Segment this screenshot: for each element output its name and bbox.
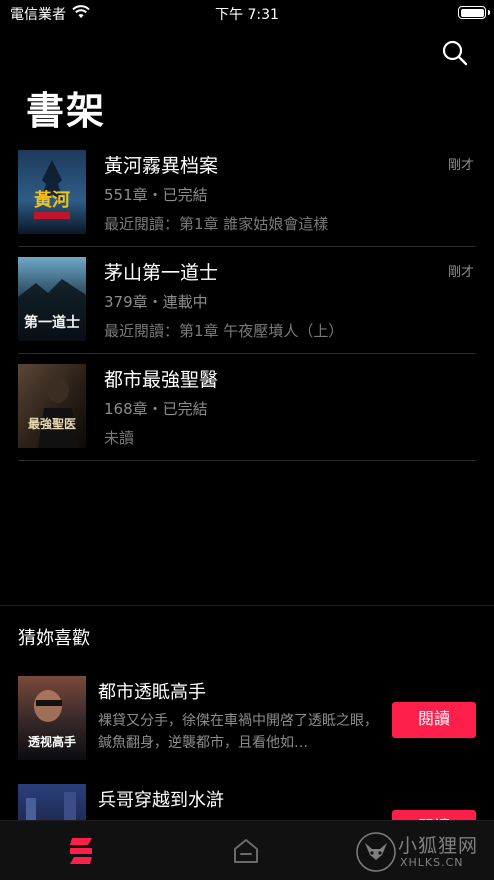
book-cover: 最強聖医 [18, 364, 86, 448]
recommend-header: 猜妳喜歡 [18, 628, 90, 649]
cover-title: 透视高手 [28, 734, 76, 749]
book-meta: 379章・連載中 [104, 293, 208, 311]
book-title: 茅山第一道士 [104, 262, 219, 284]
book-row[interactable]: 黃河 黃河霧異档案 551章・已完結 最近閱讀：第1章 誰家姑娘會這樣 剛才 [18, 140, 476, 247]
book-last-read-time: 剛才 [447, 265, 474, 280]
book-recent-chapter: 最近閱讀：第1章 誰家姑娘會這樣 [104, 215, 329, 233]
watermark-text: 小狐狸网 [398, 835, 479, 857]
recommend-title: 都市透眡高手 [98, 682, 206, 703]
cover-title: 第一道士 [24, 314, 80, 331]
cover-title: 最強聖医 [28, 416, 76, 431]
book-cover: 透视高手 [18, 676, 86, 760]
battery-icon [458, 6, 490, 19]
watermark-subtext: XHLKS.CN [400, 856, 464, 869]
book-row[interactable]: 最強聖医 都市最強聖醫 168章・已完結 未讀 [18, 354, 476, 461]
book-recent-chapter: 最近閱讀：第1章 午夜壓墳人（上） [104, 322, 344, 340]
recommend-item[interactable]: 透视高手 都市透眡高手 裸貸又分手，徐傑在車禍中開啓了透眡之眼，鍼魚翻身，逆襲都… [18, 676, 480, 776]
home-tab-icon[interactable] [232, 837, 260, 865]
book-title: 都市最強聖醫 [104, 369, 219, 391]
fox-logo-icon [356, 832, 396, 872]
recommend-description: 裸貸又分手，徐傑在車禍中開啓了透眡之眼，鍼魚翻身，逆襲都市，且看他如… [98, 713, 378, 751]
read-button[interactable]: 閱讀 [392, 702, 476, 738]
book-recent-chapter: 未讀 [104, 429, 135, 447]
cover-title: 黃河 [33, 189, 70, 211]
book-cover: 黃河 [18, 150, 86, 234]
recommend-title: 兵哥穿越到水滸 [98, 790, 224, 811]
status-bar: 電信業者 下午 7:31 [0, 0, 494, 26]
book-last-read-time: 剛才 [447, 158, 474, 173]
book-meta: 168章・已完結 [104, 400, 208, 418]
bookshelf-list: 黃河 黃河霧異档案 551章・已完結 最近閱讀：第1章 誰家姑娘會這樣 剛才 第… [18, 140, 476, 461]
book-meta: 551章・已完結 [104, 186, 208, 204]
book-cover: 第一道士 [18, 257, 86, 341]
search-icon[interactable] [440, 38, 470, 68]
section-divider [0, 605, 494, 606]
watermark: 小狐狸网 XHLKS.CN [356, 827, 488, 877]
page-title: 書架 [26, 89, 107, 133]
book-row[interactable]: 第一道士 茅山第一道士 379章・連載中 最近閱讀：第1章 午夜壓墳人（上） 剛… [18, 247, 476, 354]
status-time: 下午 7:31 [215, 7, 279, 23]
shelf-tab-icon[interactable] [66, 835, 96, 867]
book-title: 黃河霧異档案 [104, 155, 219, 177]
